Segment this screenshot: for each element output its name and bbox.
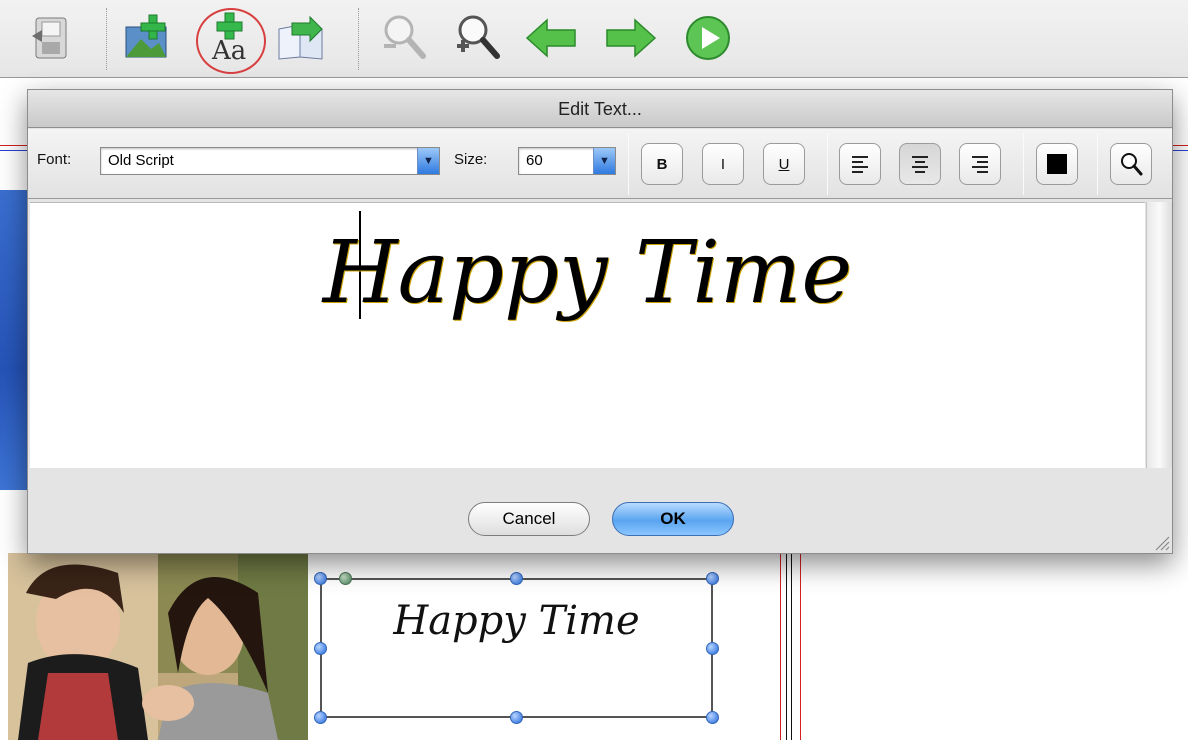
- resize-handle-top-left[interactable]: [314, 572, 327, 585]
- frame-text: Happy Time: [393, 598, 640, 644]
- align-right-icon: [972, 155, 988, 173]
- underline-button[interactable]: U: [763, 143, 805, 185]
- resize-handle-bottom[interactable]: [510, 711, 523, 724]
- zoom-in-icon[interactable]: [450, 10, 502, 66]
- resize-handle-left[interactable]: [314, 642, 327, 655]
- size-select[interactable]: 60 ▼: [518, 147, 616, 175]
- align-right-button[interactable]: [959, 143, 1001, 185]
- svg-text:Aa: Aa: [211, 36, 246, 65]
- vertical-guide: [780, 554, 781, 740]
- cancel-button[interactable]: Cancel: [468, 502, 590, 536]
- resize-grip-icon[interactable]: [1152, 533, 1170, 551]
- play-icon[interactable]: [682, 10, 734, 66]
- forward-arrow-icon[interactable]: [605, 10, 657, 66]
- resize-handle-right[interactable]: [706, 642, 719, 655]
- bold-label: B: [656, 155, 668, 173]
- align-left-button[interactable]: [839, 143, 881, 185]
- page-edge-strip: [0, 190, 30, 490]
- editor-scrollbar[interactable]: [1146, 202, 1172, 468]
- main-toolbar: Aa: [0, 0, 1188, 78]
- text-editor[interactable]: Happy Time: [30, 202, 1145, 468]
- format-toolbar: Font: Old Script ▼ Size: 60 ▼ B I U: [28, 129, 1172, 199]
- underline-label: U: [778, 155, 790, 173]
- chevron-down-icon[interactable]: ▼: [417, 148, 439, 174]
- edit-text-dialog: Edit Text... Font: Old Script ▼ Size: 60…: [27, 89, 1173, 554]
- align-left-icon: [852, 155, 868, 173]
- ok-label: OK: [660, 509, 686, 528]
- text-color-button[interactable]: [1036, 143, 1078, 185]
- vertical-guide: [786, 554, 787, 740]
- add-image-icon[interactable]: [122, 10, 174, 66]
- magnifier-icon: [1121, 153, 1143, 176]
- resize-handle-top-right[interactable]: [706, 572, 719, 585]
- align-center-button[interactable]: [899, 143, 941, 185]
- zoom-out-icon[interactable]: [378, 10, 430, 66]
- font-select[interactable]: Old Script ▼: [100, 147, 440, 175]
- vertical-guide: [791, 554, 792, 740]
- chevron-down-icon[interactable]: ▼: [593, 148, 615, 174]
- photo-image[interactable]: [8, 553, 308, 740]
- font-value: Old Script: [108, 152, 174, 169]
- vertical-guide: [800, 554, 801, 740]
- color-swatch-icon: [1047, 154, 1067, 174]
- size-label: Size:: [454, 151, 488, 168]
- bold-button[interactable]: B: [641, 143, 683, 185]
- rotate-handle[interactable]: [339, 572, 352, 585]
- resize-handle-bottom-right[interactable]: [706, 711, 719, 724]
- import-page-icon[interactable]: [275, 10, 327, 66]
- cancel-label: Cancel: [502, 509, 556, 528]
- dialog-title: Edit Text...: [28, 90, 1172, 128]
- size-value: 60: [526, 152, 543, 169]
- add-text-icon[interactable]: Aa: [205, 10, 257, 66]
- resize-handle-bottom-left[interactable]: [314, 711, 327, 724]
- editor-text: Happy Time: [322, 223, 853, 323]
- align-center-icon: [912, 155, 928, 173]
- preview-zoom-button[interactable]: [1110, 143, 1152, 185]
- save-icon[interactable]: [24, 10, 76, 66]
- italic-button[interactable]: I: [702, 143, 744, 185]
- resize-handle-top[interactable]: [510, 572, 523, 585]
- back-arrow-icon[interactable]: [525, 10, 577, 66]
- ok-button[interactable]: OK: [612, 502, 734, 536]
- italic-label: I: [720, 155, 726, 173]
- text-frame[interactable]: Happy Time: [320, 578, 713, 718]
- font-label: Font:: [37, 151, 72, 168]
